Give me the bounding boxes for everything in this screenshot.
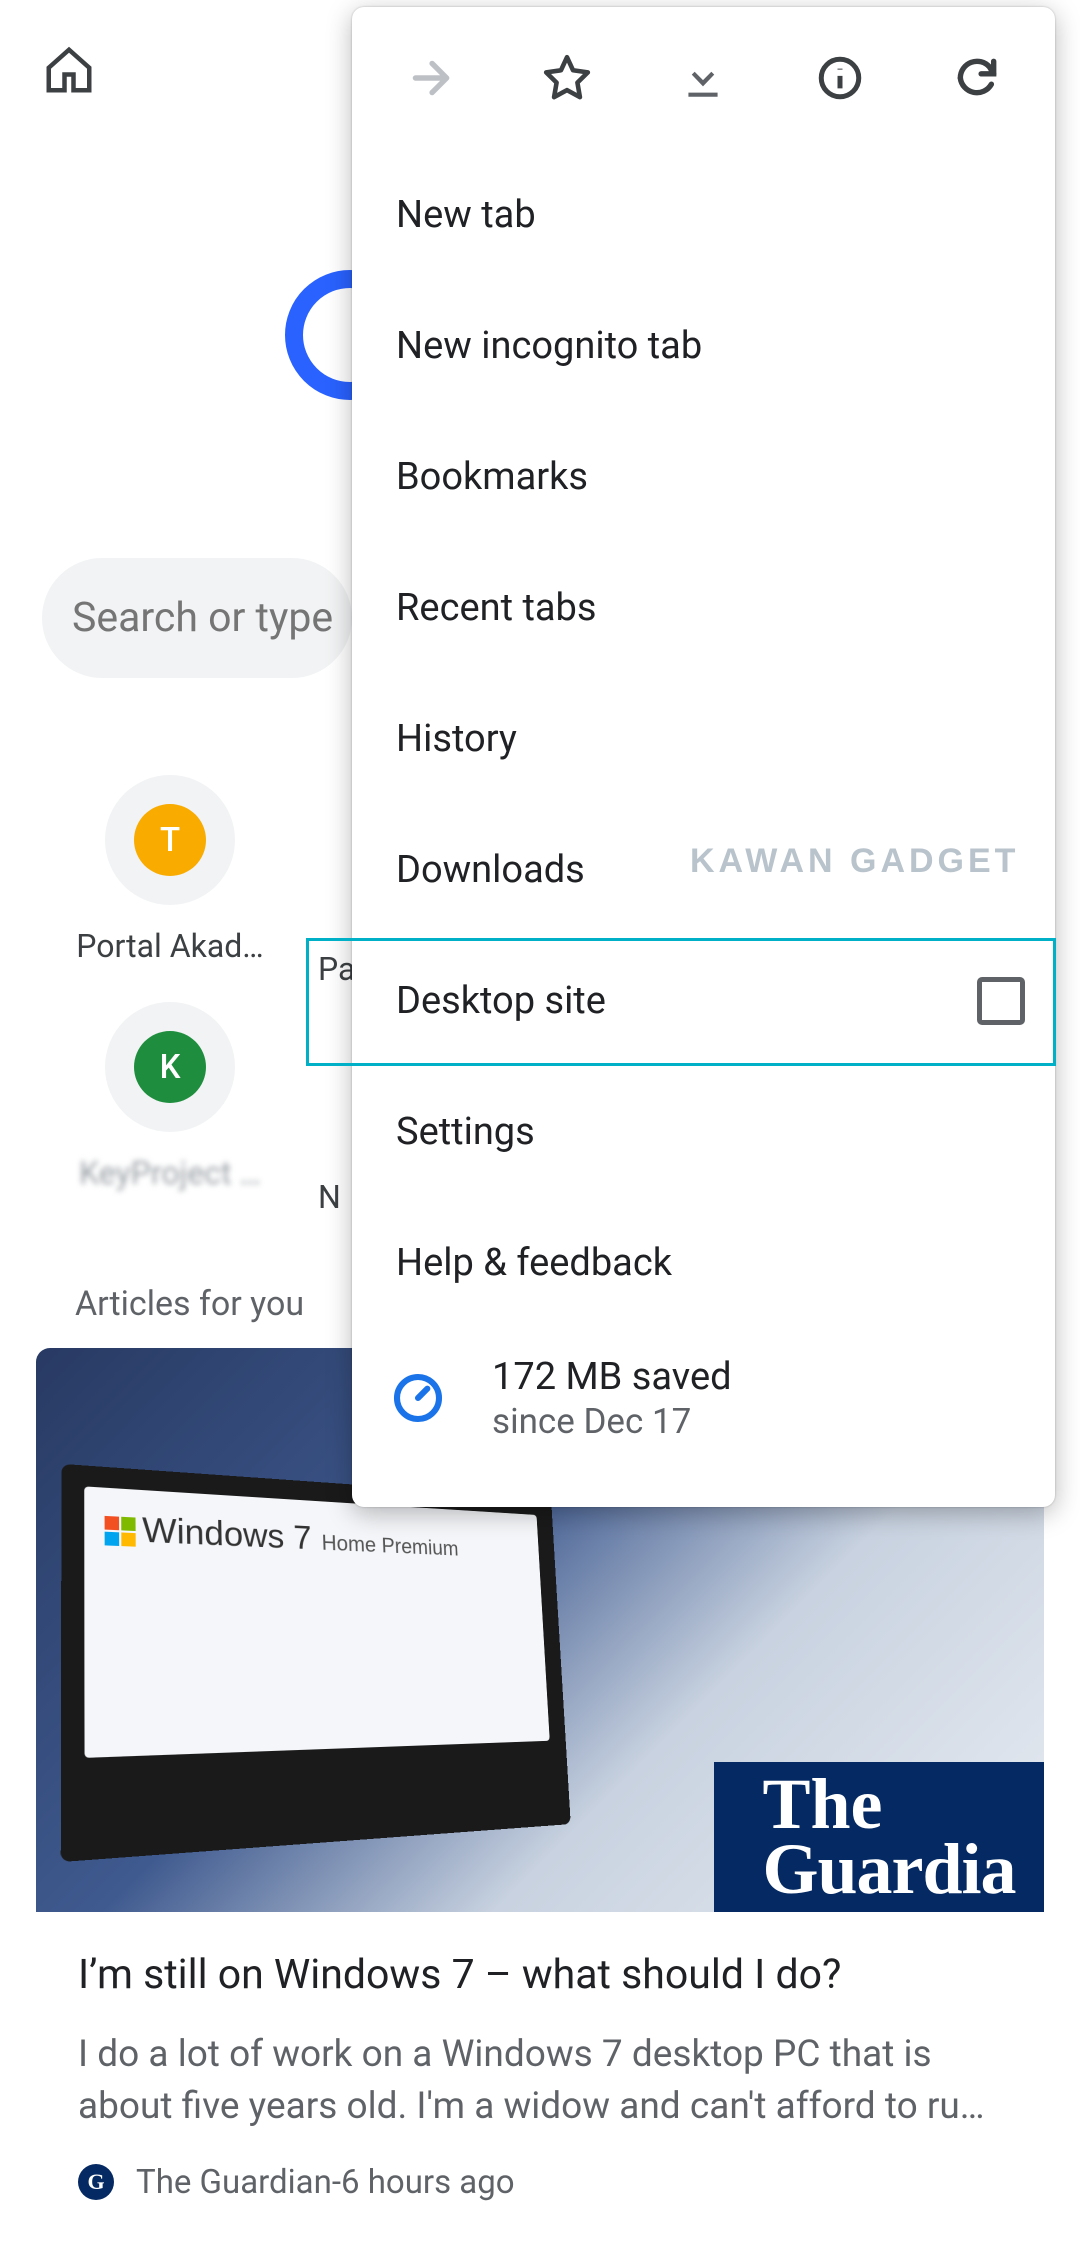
site-shortcut[interactable]: T Portal Akad… [40,775,300,965]
shortcut-label-partial: N [318,1178,341,1216]
menu-item-new-tab[interactable]: New tab [352,149,1055,280]
forward-icon[interactable] [386,34,474,122]
menu-item-recent-tabs[interactable]: Recent tabs [352,542,1055,673]
site-shortcut[interactable]: K KeyProject … [40,1002,300,1192]
shortcut-label: KeyProject … [40,1154,300,1192]
refresh-icon[interactable] [933,34,1021,122]
menu-item-settings[interactable]: Settings [352,1066,1055,1197]
info-icon[interactable] [796,34,884,122]
menu-item-incognito[interactable]: New incognito tab [352,280,1055,411]
shortcut-avatar: K [134,1031,206,1103]
publisher-badge: TheGuardia [714,1762,1044,1912]
overflow-menu: New tab New incognito tab Bookmarks Rece… [352,7,1055,1507]
star-icon[interactable] [523,34,611,122]
article-time: 6 hours ago [341,2163,515,2202]
data-saver-amount: 172 MB saved [492,1355,732,1399]
search-placeholder: Search or type [72,594,333,642]
menu-item-help[interactable]: Help & feedback [352,1197,1055,1328]
data-saver-since: since Dec 17 [492,1401,732,1442]
menu-item-bookmarks[interactable]: Bookmarks [352,411,1055,542]
download-icon[interactable] [659,34,747,122]
menu-item-downloads[interactable]: Downloads [352,804,1055,935]
section-heading: Articles for you [75,1284,304,1324]
home-icon[interactable] [42,43,96,97]
shortcut-avatar: T [134,804,206,876]
source-favicon: G [78,2164,114,2200]
shortcut-label: Portal Akad… [40,927,300,965]
shortcut-label-partial: Pa [318,950,355,988]
article-snippet: I do a lot of work on a Windows 7 deskto… [78,2029,1002,2133]
article-title: I’m still on Windows 7 – what should I d… [78,1948,1002,2003]
menu-item-desktop-site[interactable]: Desktop site [352,935,1055,1066]
article-meta: G The Guardian - 6 hours ago [78,2163,1002,2202]
menu-item-history[interactable]: History [352,673,1055,804]
menu-item-data-saver[interactable]: 172 MB saved since Dec 17 [352,1328,1055,1468]
article-source: The Guardian [136,2163,332,2202]
search-input[interactable]: Search or type [42,558,352,678]
desktop-site-checkbox[interactable] [977,977,1025,1025]
data-saver-icon [388,1368,448,1428]
menu-icon-row [352,7,1055,149]
